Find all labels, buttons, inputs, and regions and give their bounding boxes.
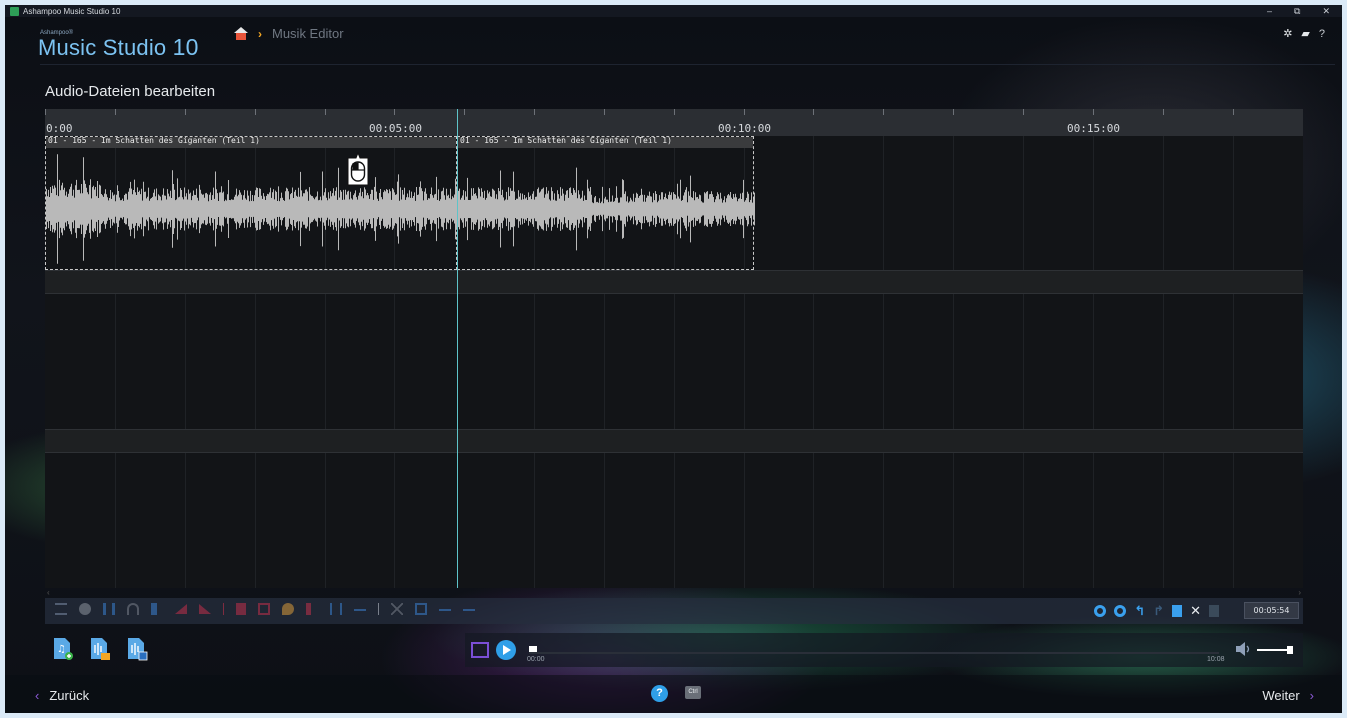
zoom-out-icon[interactable] (1114, 605, 1127, 617)
chevron-right-icon: › (1309, 688, 1314, 703)
brand-name: Music Studio (38, 35, 167, 60)
marker-icon[interactable] (415, 603, 427, 615)
breadcrumb: › Musik Editor (234, 26, 344, 41)
timeline-ruler[interactable]: 0:00 00:05:00 00:10:00 00:15:00 (45, 109, 1303, 136)
clip-header: 01 - 165 - Im Schatten des Giganten (Tei… (46, 136, 456, 148)
track-divider (45, 270, 1303, 294)
cursor-icon[interactable] (378, 603, 379, 615)
scroll-right-icon[interactable]: › (1298, 588, 1301, 597)
save-audio-icon[interactable] (127, 637, 148, 661)
ctrl-key-icon[interactable]: Ctrl (685, 686, 701, 699)
app-icon (10, 6, 19, 16)
split-icon[interactable] (103, 603, 115, 615)
volume-icon[interactable] (1235, 641, 1253, 657)
back-label: Zurück (49, 688, 90, 703)
settings-icon[interactable] (55, 603, 67, 615)
page-title: Audio-Dateien bearbeiten (45, 83, 216, 100)
ruler-label: 00:15:00 (1067, 122, 1120, 135)
home-icon[interactable] (234, 27, 248, 40)
file-actions: ♫ (53, 637, 148, 661)
next-button[interactable]: Weiter › (1262, 688, 1314, 703)
move-left-icon[interactable] (463, 609, 475, 615)
playback-progress[interactable] (529, 652, 1219, 654)
volume-slider[interactable] (1257, 649, 1291, 651)
player-bar: 00:00 10:08 (465, 633, 1303, 667)
header-icons: ✲ ▰ ? (1283, 27, 1325, 41)
brand-version: 10 (172, 34, 199, 60)
separator (223, 603, 224, 615)
header-divider (40, 64, 1335, 65)
footer-nav: ‹ Zurück ? Ctrl Weiter › (5, 675, 1342, 713)
effect-icon[interactable] (282, 603, 294, 615)
zoom-in-icon[interactable] (1094, 605, 1107, 617)
time-start: 00:00 (527, 656, 545, 663)
track-area[interactable]: 01 - 165 - Im Schatten des Giganten (Tei… (45, 136, 1303, 588)
clip-header: 01 - 165 - Im Schatten des Giganten (Tei… (458, 136, 753, 148)
volume-knob[interactable] (1287, 646, 1293, 654)
audio-clip[interactable]: 01 - 165 - Im Schatten des Giganten (Tei… (45, 136, 458, 270)
title-bar: Ashampoo Music Studio 10 – ⧉ ✕ (5, 5, 1342, 17)
fade-in-icon[interactable] (175, 604, 187, 614)
cut-icon[interactable] (391, 603, 403, 615)
ruler-label: 00:10:00 (718, 122, 771, 135)
minimize-button[interactable]: – (1267, 5, 1272, 17)
restore-button[interactable]: ⧉ (1294, 5, 1300, 17)
play-button[interactable] (496, 640, 516, 660)
paste-icon[interactable] (1209, 605, 1219, 617)
normalize-icon[interactable] (330, 603, 342, 615)
editor-toolbar: ↰ ↱ ✕ 00:05:54 (45, 598, 1303, 624)
chevron-left-icon: ‹ (35, 688, 40, 703)
record-icon[interactable] (79, 603, 91, 615)
help-button[interactable]: ? (651, 685, 668, 702)
delete-icon[interactable] (236, 603, 246, 615)
undo-icon[interactable]: ↰ (1134, 603, 1145, 619)
clip-name: 01 - 165 - Im Schatten des Giganten (Tei… (48, 136, 260, 145)
playhead[interactable] (457, 109, 458, 588)
add-music-icon[interactable]: ♫ (53, 637, 74, 661)
loop-icon[interactable] (471, 642, 489, 658)
ruler-label: 00:05:00 (369, 122, 422, 135)
cut-icon[interactable]: ✕ (1190, 603, 1201, 619)
position-time: 00:05:54 (1244, 602, 1299, 619)
export-audio-icon[interactable] (90, 637, 111, 661)
move-right-icon[interactable] (439, 609, 451, 615)
back-button[interactable]: ‹ Zurück (35, 688, 89, 703)
close-button[interactable]: ✕ (1322, 5, 1330, 17)
waveform (458, 167, 755, 251)
redo-icon[interactable]: ↱ (1153, 603, 1164, 619)
audio-clip[interactable]: 01 - 165 - Im Schatten des Giganten (Tei… (457, 136, 755, 270)
headphones-icon[interactable] (127, 603, 139, 615)
app-logo: Music Studio 10 (38, 34, 199, 61)
horizontal-scrollbar[interactable]: ‹ › (45, 588, 1303, 598)
scroll-left-icon[interactable]: ‹ (47, 588, 50, 597)
message-icon[interactable]: ▰ (1301, 27, 1309, 40)
copy-icon[interactable] (1172, 605, 1183, 617)
clip-name: 01 - 165 - Im Schatten des Giganten (Tei… (460, 136, 672, 145)
move-icon[interactable] (354, 609, 366, 615)
mouse-icon (347, 152, 369, 186)
mute-icon[interactable] (306, 603, 318, 615)
chevron-right-icon: › (258, 26, 262, 41)
rewind-icon[interactable] (151, 603, 163, 615)
window-title: Ashampoo Music Studio 10 (23, 6, 121, 16)
help-icon[interactable]: ? (1319, 28, 1325, 40)
time-end: 10:08 (1207, 656, 1225, 663)
window-controls: – ⧉ ✕ (1267, 5, 1330, 17)
svg-text:♫: ♫ (57, 644, 66, 655)
fade-out-icon[interactable] (199, 604, 211, 614)
waveform (46, 154, 458, 264)
next-label: Weiter (1262, 688, 1300, 703)
ruler-label: 0:00 (46, 122, 73, 135)
gear-icon[interactable]: ✲ (1283, 27, 1292, 40)
trim-icon[interactable] (258, 603, 270, 615)
breadcrumb-current: Musik Editor (272, 26, 344, 41)
track-divider (45, 429, 1303, 453)
